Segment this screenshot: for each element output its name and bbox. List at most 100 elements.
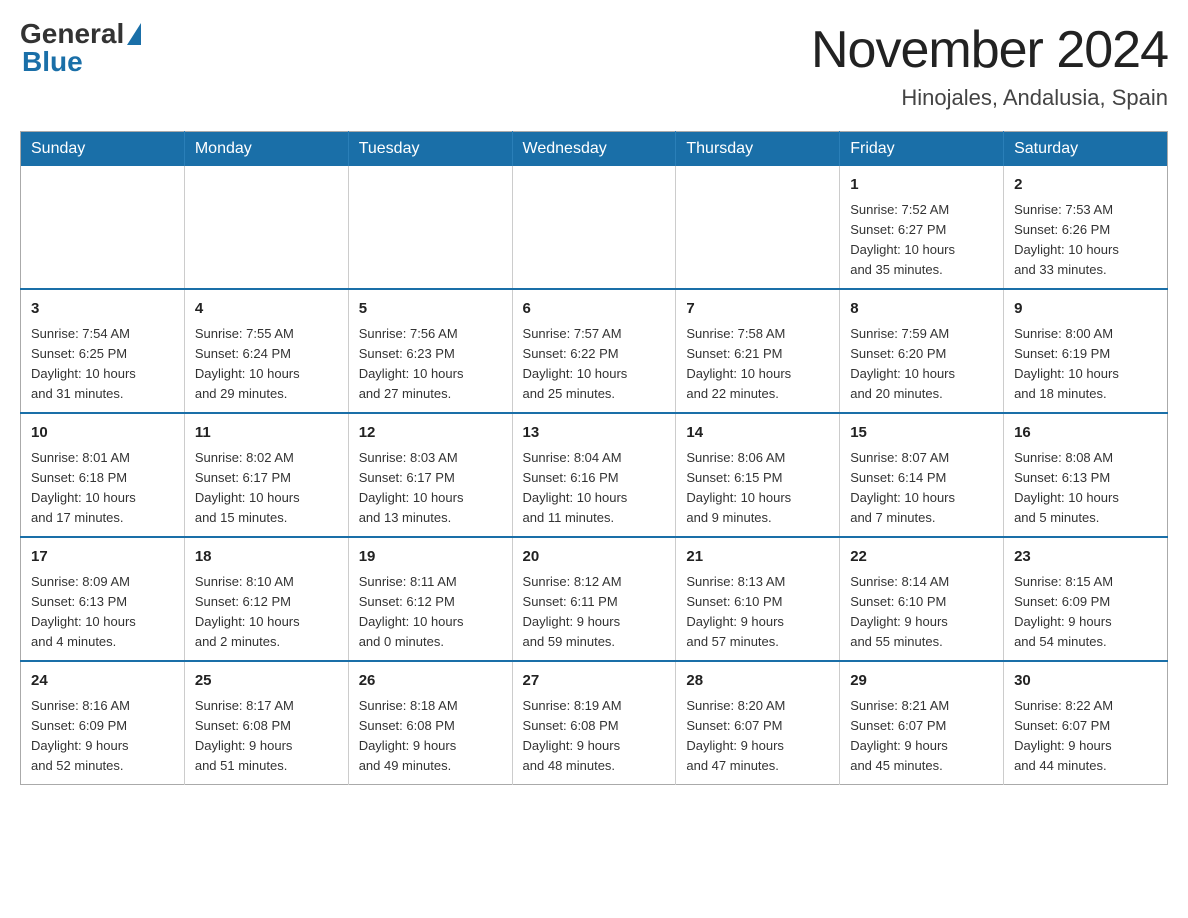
day-number: 26 bbox=[359, 670, 502, 693]
week-row-5: 24 Sunrise: 8:16 AMSunset: 6:09 PMDayligh… bbox=[21, 661, 1168, 785]
day-number: 4 bbox=[195, 298, 338, 321]
day-cell bbox=[348, 166, 512, 289]
day-info: Sunrise: 8:08 AMSunset: 6:13 PMDaylight:… bbox=[1014, 448, 1157, 529]
week-row-1: 1 Sunrise: 7:52 AMSunset: 6:27 PMDaylight… bbox=[21, 166, 1168, 289]
day-info: Sunrise: 7:54 AMSunset: 6:25 PMDaylight:… bbox=[31, 324, 174, 405]
day-cell: 18 Sunrise: 8:10 AMSunset: 6:12 PMDayligh… bbox=[184, 537, 348, 661]
day-number: 13 bbox=[523, 422, 666, 445]
calendar-table: SundayMondayTuesdayWednesdayThursdayFrid… bbox=[20, 131, 1168, 785]
day-number: 20 bbox=[523, 546, 666, 569]
day-cell: 7 Sunrise: 7:58 AMSunset: 6:21 PMDaylight… bbox=[676, 289, 840, 413]
day-cell: 21Sunrise: 8:13 AMSunset: 6:10 PMDayligh… bbox=[676, 537, 840, 661]
day-info: Sunrise: 8:13 AMSunset: 6:10 PMDaylight:… bbox=[686, 572, 829, 653]
day-cell: 16 Sunrise: 8:08 AMSunset: 6:13 PMDayligh… bbox=[1004, 413, 1168, 537]
day-number: 19 bbox=[359, 546, 502, 569]
day-info: Sunrise: 7:59 AMSunset: 6:20 PMDaylight:… bbox=[850, 324, 993, 405]
day-info: Sunrise: 8:18 AMSunset: 6:08 PMDaylight:… bbox=[359, 696, 502, 777]
day-cell: 23 Sunrise: 8:15 AMSunset: 6:09 PMDayligh… bbox=[1004, 537, 1168, 661]
day-cell: 11Sunrise: 8:02 AMSunset: 6:17 PMDayligh… bbox=[184, 413, 348, 537]
day-cell: 19 Sunrise: 8:11 AMSunset: 6:12 PMDayligh… bbox=[348, 537, 512, 661]
day-info: Sunrise: 8:12 AMSunset: 6:11 PMDaylight:… bbox=[523, 572, 666, 653]
day-cell bbox=[21, 166, 185, 289]
day-info: Sunrise: 8:09 AMSunset: 6:13 PMDaylight:… bbox=[31, 572, 174, 653]
day-number: 9 bbox=[1014, 298, 1157, 321]
day-info: Sunrise: 8:16 AMSunset: 6:09 PMDaylight:… bbox=[31, 696, 174, 777]
column-header-saturday: Saturday bbox=[1004, 132, 1168, 167]
day-info: Sunrise: 7:56 AMSunset: 6:23 PMDaylight:… bbox=[359, 324, 502, 405]
day-number: 1 bbox=[850, 174, 993, 197]
day-info: Sunrise: 8:01 AMSunset: 6:18 PMDaylight:… bbox=[31, 448, 174, 529]
day-cell: 17Sunrise: 8:09 AMSunset: 6:13 PMDayligh… bbox=[21, 537, 185, 661]
day-cell: 12 Sunrise: 8:03 AMSunset: 6:17 PMDayligh… bbox=[348, 413, 512, 537]
day-cell: 24 Sunrise: 8:16 AMSunset: 6:09 PMDayligh… bbox=[21, 661, 185, 785]
day-number: 8 bbox=[850, 298, 993, 321]
logo-general-text: General bbox=[20, 20, 141, 48]
day-cell bbox=[676, 166, 840, 289]
day-cell: 8 Sunrise: 7:59 AMSunset: 6:20 PMDaylight… bbox=[840, 289, 1004, 413]
week-row-3: 10 Sunrise: 8:01 AMSunset: 6:18 PMDayligh… bbox=[21, 413, 1168, 537]
day-cell: 4Sunrise: 7:55 AMSunset: 6:24 PMDaylight… bbox=[184, 289, 348, 413]
title-area: November 2024 Hinojales, Andalusia, Spai… bbox=[811, 20, 1168, 111]
day-number: 10 bbox=[31, 422, 174, 445]
column-header-monday: Monday bbox=[184, 132, 348, 167]
day-info: Sunrise: 7:58 AMSunset: 6:21 PMDaylight:… bbox=[686, 324, 829, 405]
day-number: 22 bbox=[850, 546, 993, 569]
day-cell: 30Sunrise: 8:22 AMSunset: 6:07 PMDayligh… bbox=[1004, 661, 1168, 785]
day-number: 18 bbox=[195, 546, 338, 569]
day-number: 25 bbox=[195, 670, 338, 693]
day-number: 16 bbox=[1014, 422, 1157, 445]
day-info: Sunrise: 8:11 AMSunset: 6:12 PMDaylight:… bbox=[359, 572, 502, 653]
week-row-4: 17Sunrise: 8:09 AMSunset: 6:13 PMDayligh… bbox=[21, 537, 1168, 661]
logo-blue-label: Blue bbox=[22, 48, 83, 76]
day-number: 5 bbox=[359, 298, 502, 321]
day-info: Sunrise: 7:57 AMSunset: 6:22 PMDaylight:… bbox=[523, 324, 666, 405]
column-header-wednesday: Wednesday bbox=[512, 132, 676, 167]
day-number: 12 bbox=[359, 422, 502, 445]
day-cell: 2Sunrise: 7:53 AMSunset: 6:26 PMDaylight… bbox=[1004, 166, 1168, 289]
day-cell: 26 Sunrise: 8:18 AMSunset: 6:08 PMDayligh… bbox=[348, 661, 512, 785]
day-cell: 27Sunrise: 8:19 AMSunset: 6:08 PMDayligh… bbox=[512, 661, 676, 785]
day-number: 14 bbox=[686, 422, 829, 445]
day-cell: 15 Sunrise: 8:07 AMSunset: 6:14 PMDayligh… bbox=[840, 413, 1004, 537]
day-cell: 20 Sunrise: 8:12 AMSunset: 6:11 PMDayligh… bbox=[512, 537, 676, 661]
logo-triangle-icon bbox=[127, 23, 141, 45]
day-cell: 13Sunrise: 8:04 AMSunset: 6:16 PMDayligh… bbox=[512, 413, 676, 537]
day-cell: 28Sunrise: 8:20 AMSunset: 6:07 PMDayligh… bbox=[676, 661, 840, 785]
day-number: 28 bbox=[686, 670, 829, 693]
week-row-2: 3 Sunrise: 7:54 AMSunset: 6:25 PMDaylight… bbox=[21, 289, 1168, 413]
day-info: Sunrise: 8:14 AMSunset: 6:10 PMDaylight:… bbox=[850, 572, 993, 653]
day-info: Sunrise: 8:07 AMSunset: 6:14 PMDaylight:… bbox=[850, 448, 993, 529]
day-info: Sunrise: 7:53 AMSunset: 6:26 PMDaylight:… bbox=[1014, 200, 1157, 281]
day-number: 23 bbox=[1014, 546, 1157, 569]
day-number: 15 bbox=[850, 422, 993, 445]
column-header-sunday: Sunday bbox=[21, 132, 185, 167]
day-info: Sunrise: 8:22 AMSunset: 6:07 PMDaylight:… bbox=[1014, 696, 1157, 777]
day-number: 3 bbox=[31, 298, 174, 321]
column-header-friday: Friday bbox=[840, 132, 1004, 167]
day-info: Sunrise: 8:03 AMSunset: 6:17 PMDaylight:… bbox=[359, 448, 502, 529]
day-number: 24 bbox=[31, 670, 174, 693]
day-cell: 14 Sunrise: 8:06 AMSunset: 6:15 PMDayligh… bbox=[676, 413, 840, 537]
logo-general-label: General bbox=[20, 20, 124, 48]
column-header-tuesday: Tuesday bbox=[348, 132, 512, 167]
day-info: Sunrise: 8:06 AMSunset: 6:15 PMDaylight:… bbox=[686, 448, 829, 529]
day-cell: 1 Sunrise: 7:52 AMSunset: 6:27 PMDaylight… bbox=[840, 166, 1004, 289]
logo: General Blue bbox=[20, 20, 141, 76]
day-number: 7 bbox=[686, 298, 829, 321]
day-info: Sunrise: 7:52 AMSunset: 6:27 PMDaylight:… bbox=[850, 200, 993, 281]
day-info: Sunrise: 8:10 AMSunset: 6:12 PMDaylight:… bbox=[195, 572, 338, 653]
day-cell: 22 Sunrise: 8:14 AMSunset: 6:10 PMDayligh… bbox=[840, 537, 1004, 661]
day-cell: 10 Sunrise: 8:01 AMSunset: 6:18 PMDayligh… bbox=[21, 413, 185, 537]
day-info: Sunrise: 8:00 AMSunset: 6:19 PMDaylight:… bbox=[1014, 324, 1157, 405]
column-header-thursday: Thursday bbox=[676, 132, 840, 167]
day-cell: 25Sunrise: 8:17 AMSunset: 6:08 PMDayligh… bbox=[184, 661, 348, 785]
day-info: Sunrise: 8:21 AMSunset: 6:07 PMDaylight:… bbox=[850, 696, 993, 777]
day-cell: 6Sunrise: 7:57 AMSunset: 6:22 PMDaylight… bbox=[512, 289, 676, 413]
header-row: SundayMondayTuesdayWednesdayThursdayFrid… bbox=[21, 132, 1168, 167]
day-cell: 3 Sunrise: 7:54 AMSunset: 6:25 PMDaylight… bbox=[21, 289, 185, 413]
day-info: Sunrise: 8:15 AMSunset: 6:09 PMDaylight:… bbox=[1014, 572, 1157, 653]
day-cell bbox=[184, 166, 348, 289]
day-number: 27 bbox=[523, 670, 666, 693]
day-cell: 9 Sunrise: 8:00 AMSunset: 6:19 PMDaylight… bbox=[1004, 289, 1168, 413]
calendar-title: November 2024 bbox=[811, 20, 1168, 80]
